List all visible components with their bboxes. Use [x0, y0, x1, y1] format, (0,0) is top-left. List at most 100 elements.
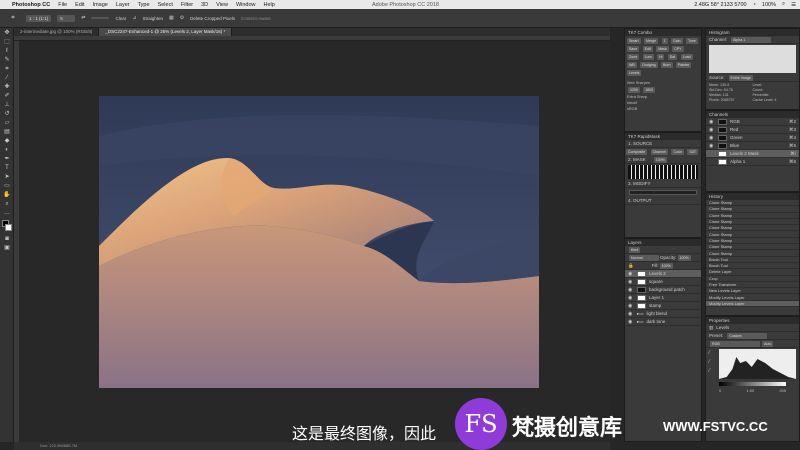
- quick-select-tool-icon[interactable]: ✎: [3, 56, 11, 64]
- move-tool-icon[interactable]: ✥: [3, 29, 11, 37]
- source-channel-button[interactable]: Channel: [650, 149, 668, 155]
- screen-mode-icon[interactable]: ▣: [3, 244, 11, 252]
- modify-slider[interactable]: [629, 190, 697, 195]
- search-icon[interactable]: ⌕: [782, 1, 785, 8]
- menu-select[interactable]: Select: [154, 2, 177, 8]
- source-color-button[interactable]: Color: [671, 149, 684, 155]
- tk-button-burn[interactable]: Burn: [660, 62, 673, 68]
- layer-row[interactable]: ◉ background patch: [625, 286, 701, 294]
- history-item-label[interactable]: Brush Tool: [709, 263, 728, 268]
- white-point-eyedropper-icon[interactable]: ⁄: [709, 367, 719, 376]
- layer-thumbnail[interactable]: [637, 278, 646, 285]
- history-item-label[interactable]: New Levels Layer: [709, 288, 741, 293]
- crop-tool-icon[interactable]: ⌗: [9, 14, 17, 22]
- history-item-label[interactable]: Clone Stamp: [709, 244, 732, 249]
- history-item-label[interactable]: Clone Stamp: [709, 251, 732, 256]
- mask-zone-strip[interactable]: [628, 165, 698, 179]
- menu-edit[interactable]: Edit: [71, 2, 88, 8]
- visibility-eye-icon[interactable]: ◉: [628, 319, 634, 325]
- layer-thumbnail[interactable]: [637, 294, 646, 301]
- channel-name[interactable]: RGB: [730, 119, 789, 124]
- swap-icon[interactable]: ⇄: [81, 15, 85, 21]
- path-select-icon[interactable]: ➤: [3, 173, 11, 181]
- ratio-select[interactable]: 1 : 1 (1:1): [26, 14, 52, 22]
- gray-point-eyedropper-icon[interactable]: ⁄: [709, 358, 719, 367]
- channel-name[interactable]: Green: [730, 135, 789, 140]
- layer-row[interactable]: ◉ ▸▭ dark tone: [625, 318, 701, 326]
- channel-name[interactable]: Alpha 1: [730, 159, 789, 164]
- layer-thumbnail[interactable]: [637, 286, 646, 293]
- rectangle-tool-icon[interactable]: ▭: [3, 182, 11, 190]
- dodge-tool-icon[interactable]: ◐: [3, 146, 11, 154]
- source-sat-button[interactable]: SAT: [687, 149, 699, 155]
- straighten-icon[interactable]: ⊿: [132, 15, 136, 21]
- blend-mode-select[interactable]: Normal: [629, 254, 659, 261]
- levels-white-value[interactable]: 255: [779, 388, 786, 393]
- history-item-label[interactable]: Clone Stamp: [709, 219, 732, 224]
- channel-row[interactable]: Alpha 1 ⌘6: [706, 158, 799, 166]
- tk-button-save[interactable]: Save: [627, 46, 640, 52]
- clear-button[interactable]: Clear: [115, 16, 126, 21]
- history-item[interactable]: Modify Levels Layer: [706, 300, 799, 308]
- color-swatches[interactable]: [0, 220, 13, 234]
- layer-name[interactable]: square: [649, 279, 663, 284]
- tk-button-lum[interactable]: Lum: [642, 54, 654, 60]
- visibility-eye-icon[interactable]: ◉: [709, 143, 715, 149]
- layer-row[interactable]: ◉ Layer 1: [625, 294, 701, 302]
- menu-help[interactable]: Help: [260, 2, 279, 8]
- desert-dune-photo[interactable]: [99, 96, 539, 388]
- source-composite-button[interactable]: Composite: [626, 149, 648, 155]
- delete-cropped-pixels-checkbox[interactable]: Delete Cropped Pixels: [190, 16, 235, 21]
- blur-tool-icon[interactable]: ◆: [3, 137, 11, 145]
- opacity-field[interactable]: 100%: [677, 254, 691, 261]
- tk-button-merge[interactable]: Merge: [643, 38, 659, 44]
- eyedropper-tool-icon[interactable]: ⁄: [3, 74, 11, 82]
- menu-view[interactable]: View: [212, 2, 232, 8]
- layer-name[interactable]: light blend: [647, 311, 668, 316]
- zoom-tool-icon[interactable]: ⌕: [3, 200, 11, 208]
- tk-button-wb[interactable]: WB: [627, 62, 637, 68]
- layer-kind-filter[interactable]: Kind: [629, 246, 641, 253]
- layer-name[interactable]: Levels 2: [649, 271, 666, 276]
- visibility-eye-icon[interactable]: ◉: [709, 135, 715, 141]
- tab-document-2[interactable]: _DSC2247-Enhanced-1 @ 25% (Levels 2, Lay…: [99, 28, 233, 36]
- menu-image[interactable]: Image: [89, 2, 112, 8]
- layer-row[interactable]: ◉ ▸▭ light blend: [625, 310, 701, 318]
- visibility-eye-icon[interactable]: ◉: [628, 295, 634, 301]
- menu-layer[interactable]: Layer: [112, 2, 134, 8]
- visibility-eye-icon[interactable]: ◉: [628, 271, 634, 277]
- tk-button-mask[interactable]: Mask: [656, 46, 669, 52]
- healing-brush-icon[interactable]: ✚: [3, 83, 11, 91]
- visibility-eye-icon[interactable]: ◉: [709, 127, 715, 133]
- layer-row[interactable]: ◉ Levels 2: [625, 270, 701, 278]
- lock-icon[interactable]: 🔒: [628, 263, 634, 269]
- layer-name[interactable]: dark tone: [647, 319, 666, 324]
- histogram-source-select[interactable]: Entire Image: [728, 74, 753, 81]
- layer-mask-thumbnail[interactable]: [637, 270, 646, 277]
- visibility-eye-icon[interactable]: ◉: [628, 303, 634, 309]
- black-point-eyedropper-icon[interactable]: ⁄: [709, 349, 719, 358]
- settings-gear-icon[interactable]: ⚙: [180, 15, 184, 21]
- channel-name[interactable]: Red: [730, 127, 789, 132]
- tk-button-painter[interactable]: Painter: [675, 62, 692, 68]
- levels-black-value[interactable]: 0: [719, 388, 721, 393]
- layer-name[interactable]: stamp: [649, 303, 661, 308]
- lasso-tool-icon[interactable]: ℓ: [3, 47, 11, 55]
- channel-name[interactable]: Blue: [730, 143, 789, 148]
- crop-tool-icon[interactable]: ⌗: [3, 65, 11, 73]
- tk-button-zone[interactable]: Zone: [627, 54, 640, 60]
- history-item-label[interactable]: Clone Stamp: [709, 225, 732, 230]
- layer-name[interactable]: Layer 1: [649, 295, 664, 300]
- channel-row[interactable]: ◉ Red ⌘3: [706, 126, 799, 134]
- tk-button-load[interactable]: Load: [680, 54, 693, 60]
- history-item-label[interactable]: Clone Stamp: [709, 232, 732, 237]
- levels-auto-button[interactable]: Auto: [762, 340, 774, 347]
- background-color-swatch[interactable]: [5, 224, 12, 231]
- tk-button-levels[interactable]: Levels: [627, 70, 642, 76]
- quick-mask-icon[interactable]: ◙: [3, 235, 11, 243]
- hand-tool-icon[interactable]: ✋: [3, 191, 11, 199]
- tab-document-1[interactable]: 2-intermediate.jpg @ 100% (RGB/8): [14, 28, 100, 36]
- fill-field[interactable]: 100%: [659, 262, 673, 269]
- menu-list-icon[interactable]: ☰: [791, 2, 796, 8]
- eraser-tool-icon[interactable]: ▱: [3, 119, 11, 127]
